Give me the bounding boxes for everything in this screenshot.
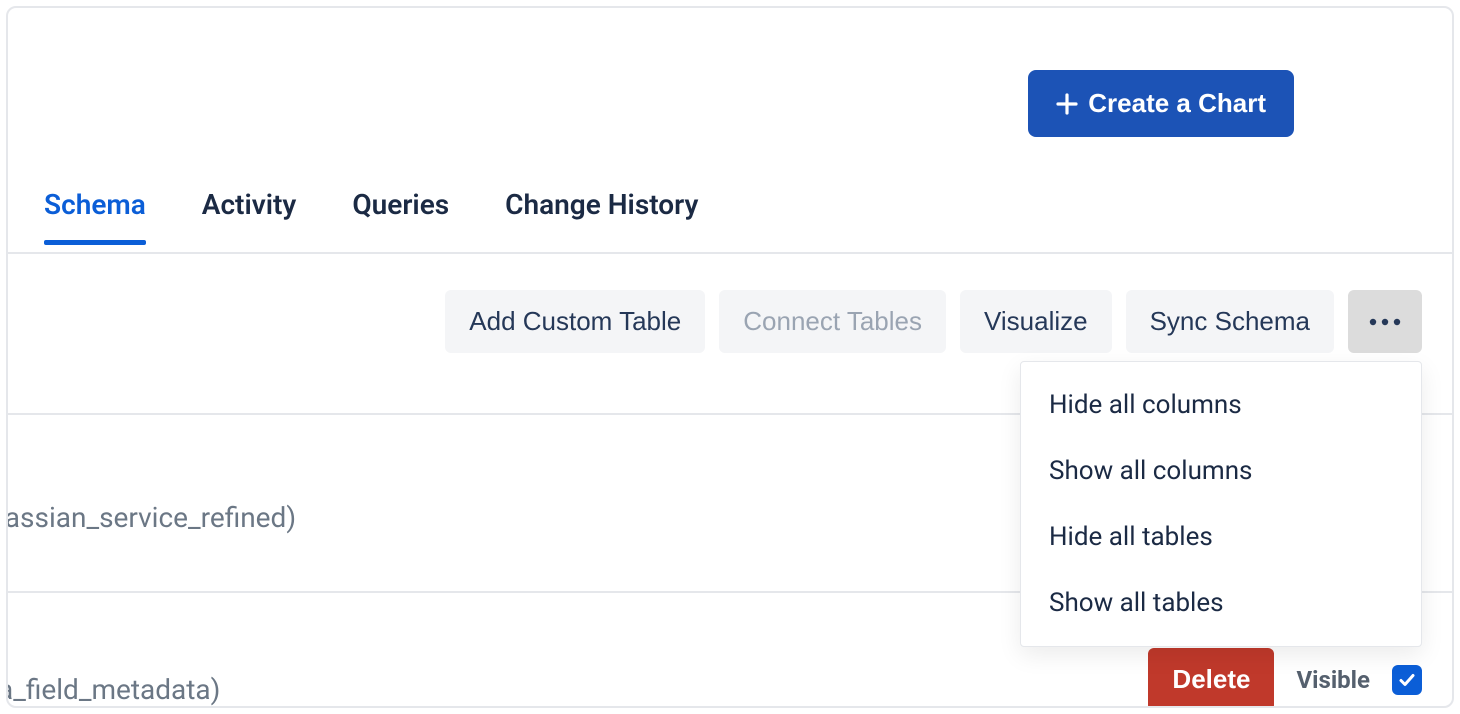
visible-checkbox[interactable]	[1392, 665, 1422, 695]
button-label: Delete	[1172, 664, 1250, 694]
tab-label: Activity	[202, 188, 297, 221]
sync-schema-button[interactable]: Sync Schema	[1126, 290, 1334, 353]
schema-toolbar: Add Custom Table Connect Tables Visualiz…	[445, 290, 1422, 353]
ellipsis-icon	[1368, 318, 1402, 326]
tab-queries[interactable]: Queries	[352, 188, 449, 241]
row-label-fragment: a_field_metadata)	[6, 673, 220, 706]
button-label: Add Custom Table	[469, 306, 681, 336]
menu-item-label: Hide all columns	[1049, 390, 1242, 420]
check-icon	[1397, 670, 1417, 690]
menu-item-label: Hide all tables	[1049, 522, 1213, 552]
more-options-menu: Hide all columns Show all columns Hide a…	[1020, 361, 1422, 647]
tab-label: Queries	[352, 188, 449, 221]
create-chart-button[interactable]: Create a Chart	[1028, 70, 1294, 137]
tab-activity[interactable]: Activity	[202, 188, 297, 241]
tab-label: Change History	[505, 188, 698, 221]
button-label: Connect Tables	[743, 306, 922, 336]
menu-item-label: Show all columns	[1049, 456, 1252, 486]
more-options-button[interactable]	[1348, 290, 1422, 353]
header-actions: Create a Chart	[1028, 70, 1294, 137]
menu-item-label: Show all tables	[1049, 588, 1224, 618]
create-chart-label: Create a Chart	[1088, 88, 1266, 119]
visible-label: Visible	[1296, 666, 1370, 694]
tab-label: Schema	[44, 188, 146, 221]
tab-divider	[8, 252, 1452, 254]
menu-hide-all-tables[interactable]: Hide all tables	[1021, 504, 1421, 570]
row-actions: Delete Visible	[1148, 648, 1422, 708]
tabs: Schema Activity Queries Change History	[44, 188, 698, 241]
main-panel: Create a Chart Schema Activity Queries C…	[6, 6, 1454, 708]
table-row: a_field_metadata)	[6, 673, 220, 706]
table-row: lassian_service_refined)	[6, 501, 296, 534]
visualize-button[interactable]: Visualize	[960, 290, 1112, 353]
menu-hide-all-columns[interactable]: Hide all columns	[1021, 372, 1421, 438]
menu-show-all-tables[interactable]: Show all tables	[1021, 570, 1421, 636]
menu-show-all-columns[interactable]: Show all columns	[1021, 438, 1421, 504]
row-label-fragment: lassian_service_refined)	[6, 501, 296, 534]
button-label: Sync Schema	[1150, 306, 1310, 336]
delete-button[interactable]: Delete	[1148, 648, 1274, 708]
button-label: Visualize	[984, 306, 1088, 336]
connect-tables-button[interactable]: Connect Tables	[719, 290, 946, 353]
tab-change-history[interactable]: Change History	[505, 188, 698, 241]
add-custom-table-button[interactable]: Add Custom Table	[445, 290, 705, 353]
tab-schema[interactable]: Schema	[44, 188, 146, 241]
plus-icon	[1056, 93, 1078, 115]
